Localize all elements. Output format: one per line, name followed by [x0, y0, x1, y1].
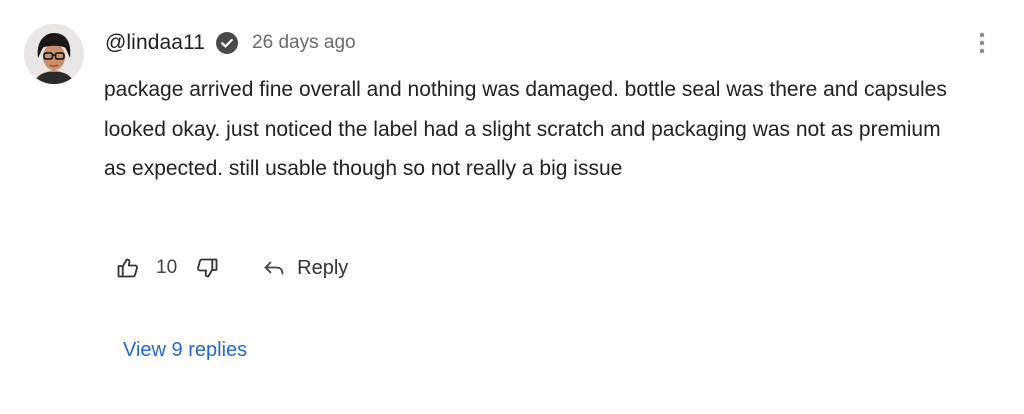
more-vertical-icon[interactable] — [968, 30, 996, 56]
reply-button[interactable]: Reply — [263, 250, 348, 286]
view-replies-link[interactable]: View 9 replies — [123, 334, 247, 366]
comment-timestamp[interactable]: 26 days ago — [252, 32, 356, 54]
like-count: 10 — [156, 257, 178, 278]
reply-label: Reply — [297, 256, 349, 279]
user-avatar[interactable] — [24, 24, 84, 84]
thumbs-down-icon[interactable] — [189, 250, 225, 286]
comment-text: package arrived fine overall and nothing… — [104, 78, 947, 180]
comment-card: @lindaa11 26 days ago package arrived fi… — [0, 0, 1024, 414]
reply-arrow-icon — [263, 259, 285, 277]
comment-header: @lindaa11 26 days ago — [105, 28, 356, 58]
comment-actions: 10 Reply — [110, 250, 348, 286]
thumbs-up-icon[interactable] — [110, 250, 146, 286]
verified-check-icon — [216, 32, 239, 54]
username[interactable]: @lindaa11 — [105, 31, 205, 55]
